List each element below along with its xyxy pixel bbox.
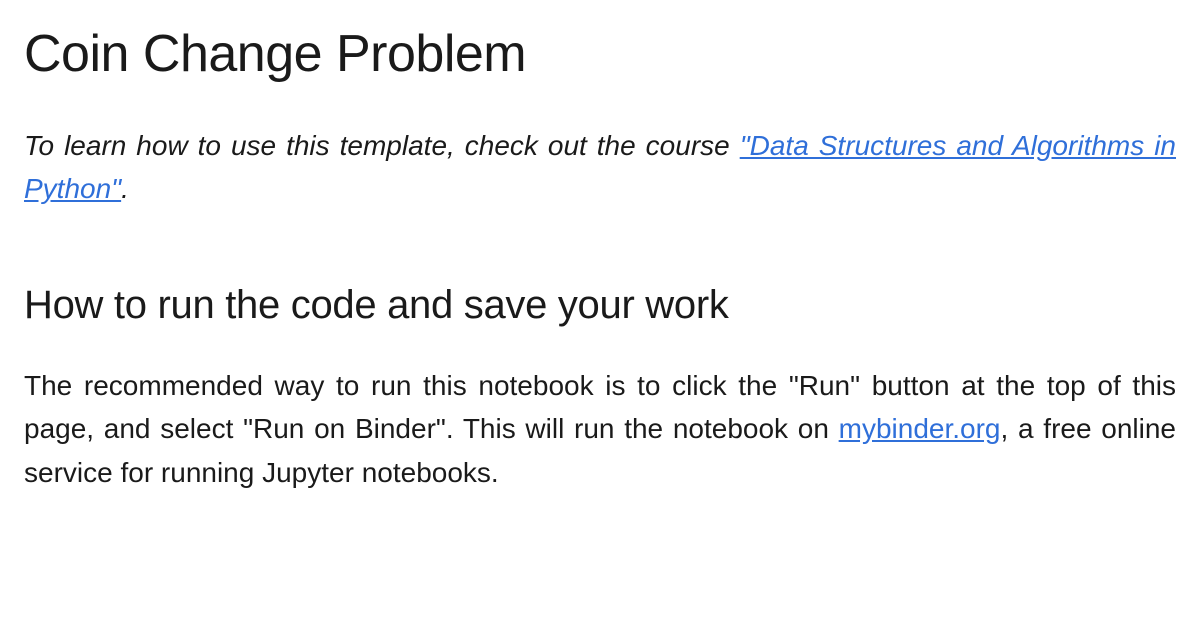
intro-text-prefix: To learn how to use this template, check…: [24, 130, 740, 161]
page-title: Coin Change Problem: [24, 24, 1176, 84]
mybinder-link[interactable]: mybinder.org: [839, 413, 1001, 444]
intro-paragraph: To learn how to use this template, check…: [24, 124, 1176, 211]
intro-text-suffix: .: [121, 173, 129, 204]
section-heading: How to run the code and save your work: [24, 283, 1176, 328]
section-body: The recommended way to run this notebook…: [24, 364, 1176, 494]
